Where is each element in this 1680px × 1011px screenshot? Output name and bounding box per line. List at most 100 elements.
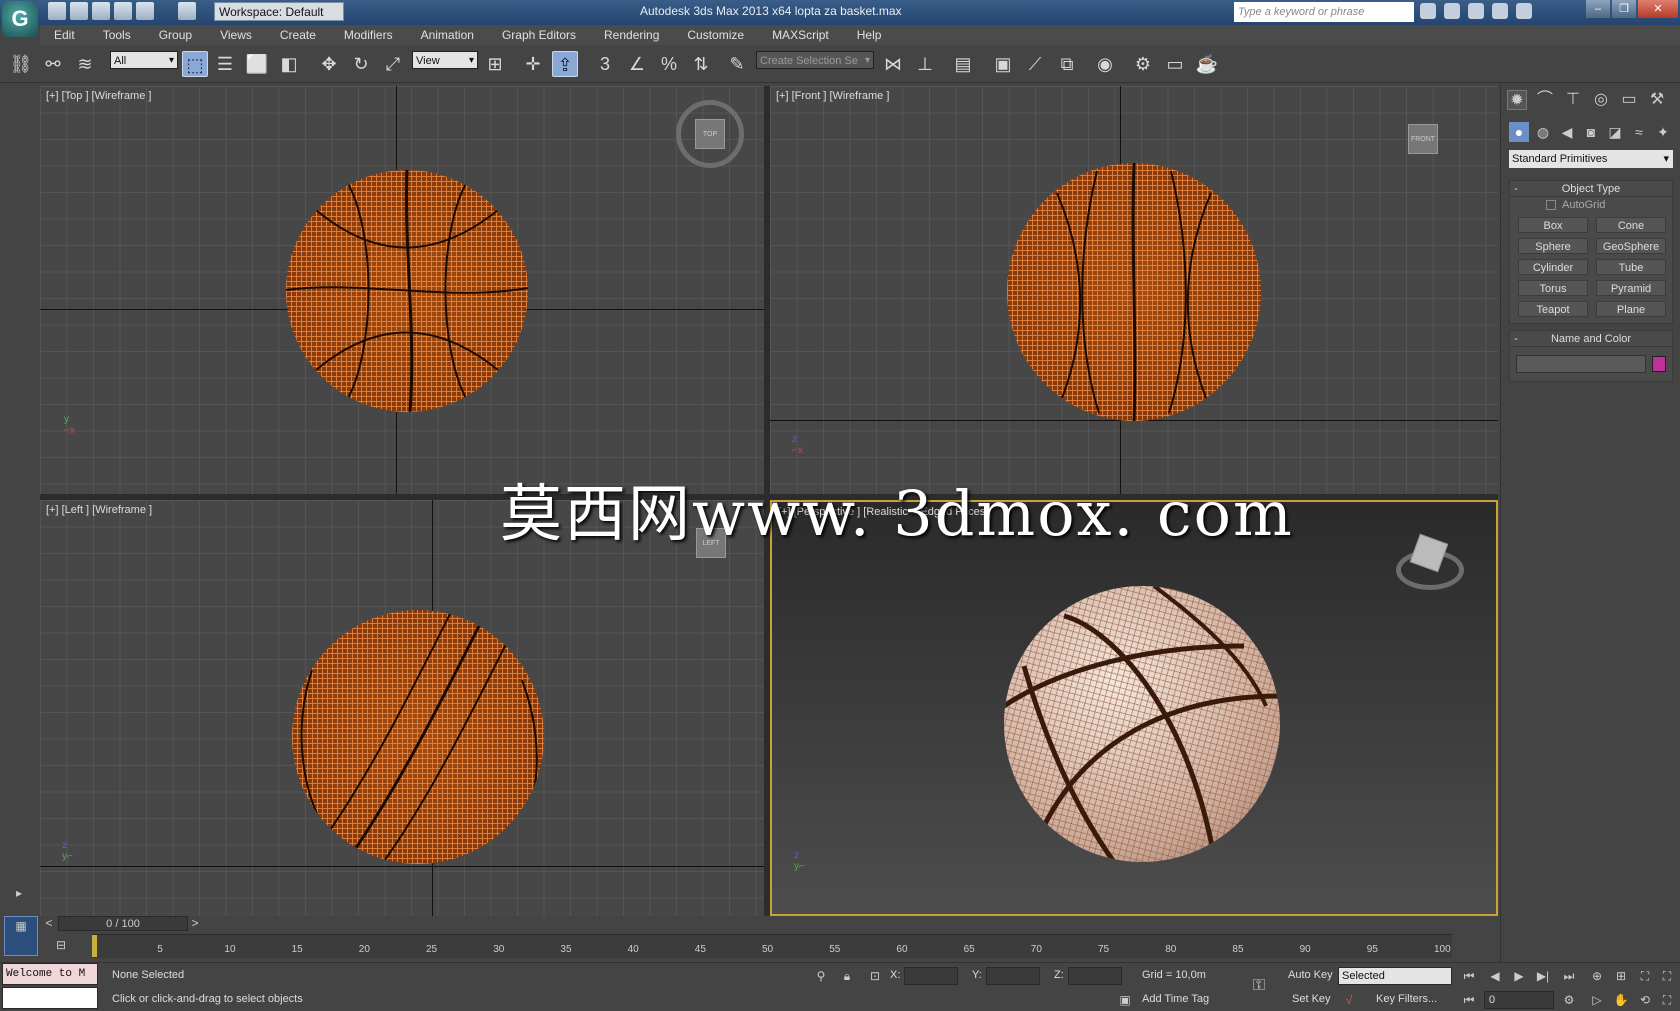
menu-edit[interactable]: Edit [40, 25, 89, 45]
menu-modifiers[interactable]: Modifiers [330, 25, 407, 45]
select-object-icon[interactable]: ⬚ [182, 51, 208, 77]
menu-animation[interactable]: Animation [407, 25, 488, 45]
goto-end-icon[interactable]: ⏭ [1560, 967, 1578, 985]
basketball-wireframe[interactable] [286, 170, 528, 412]
torus-button[interactable]: Torus [1518, 280, 1588, 296]
cone-button[interactable]: Cone [1596, 217, 1666, 233]
maxscript-listener[interactable]: Welcome to M [2, 963, 98, 985]
shapes-icon[interactable]: ◍ [1533, 122, 1553, 142]
time-cursor[interactable] [92, 935, 97, 957]
workspace-dropdown[interactable]: Workspace: Default [214, 2, 344, 21]
pyramid-button[interactable]: Pyramid [1596, 280, 1666, 296]
menu-help[interactable]: Help [843, 25, 896, 45]
rollout-header[interactable]: - Object Type [1510, 181, 1672, 197]
undo-icon[interactable] [114, 2, 132, 20]
orbit-icon[interactable]: ⟲ [1636, 991, 1654, 1009]
geosphere-button[interactable]: GeoSphere [1596, 238, 1666, 254]
object-color-swatch[interactable] [1652, 356, 1666, 372]
hierarchy-tab-icon[interactable]: ⊤ [1563, 90, 1583, 110]
menu-group[interactable]: Group [145, 25, 206, 45]
viewport-perspective[interactable]: [+] [Perspective ] [Realistic + Edged Fa… [770, 500, 1498, 916]
pan-view-icon[interactable]: ✋ [1612, 991, 1630, 1009]
menu-tools[interactable]: Tools [89, 25, 145, 45]
material-editor-icon[interactable]: ◉ [1092, 51, 1118, 77]
redo-icon[interactable] [136, 2, 154, 20]
menu-customize[interactable]: Customize [673, 25, 758, 45]
checkbox-icon[interactable] [1546, 200, 1556, 211]
menu-rendering[interactable]: Rendering [590, 25, 673, 45]
current-frame-field[interactable]: 0 [1484, 991, 1554, 1009]
next-key-icon[interactable]: ▶| [1534, 967, 1552, 985]
viewport-left[interactable]: [+] [Left ] [Wireframe ] LEFT z y⌐ [40, 500, 764, 916]
open-file-icon[interactable] [70, 2, 88, 20]
cylinder-button[interactable]: Cylinder [1518, 259, 1588, 275]
mirror-icon[interactable]: ⋈ [880, 51, 906, 77]
zoom-extents-icon[interactable]: ⛶ [1636, 967, 1654, 985]
menu-graph-editors[interactable]: Graph Editors [488, 25, 590, 45]
selection-filter-dropdown[interactable]: All [110, 51, 178, 70]
spinner-snap-icon[interactable]: ⇅ [688, 51, 714, 77]
rectangular-region-icon[interactable]: ⬜ [244, 51, 270, 77]
z-coordinate-field[interactable] [1068, 967, 1122, 985]
helpers-icon[interactable]: ◪ [1605, 122, 1625, 142]
select-by-name-icon[interactable]: ☰ [212, 51, 238, 77]
percent-snap-icon[interactable]: % [656, 51, 682, 77]
play-icon[interactable]: ▶ [1510, 967, 1528, 985]
viewport-layout-icon[interactable]: ▦ [4, 916, 38, 956]
basketball-shaded[interactable] [1004, 586, 1280, 862]
motion-tab-icon[interactable]: ◎ [1591, 90, 1611, 110]
play-sidebar-icon[interactable]: ▸ [10, 884, 28, 902]
key-mode-dropdown[interactable]: Selected [1338, 967, 1452, 985]
menu-views[interactable]: Views [206, 25, 266, 45]
bind-spacewarp-icon[interactable]: ≋ [72, 51, 98, 77]
menu-create[interactable]: Create [266, 25, 330, 45]
scale-icon[interactable]: ⤢ [380, 51, 406, 77]
y-coordinate-field[interactable] [986, 967, 1040, 985]
goto-start-icon[interactable]: ⏮ [1460, 967, 1478, 985]
tube-button[interactable]: Tube [1596, 259, 1666, 275]
unlink-icon[interactable]: ⚯ [40, 51, 66, 77]
rotate-icon[interactable]: ↻ [348, 51, 374, 77]
sphere-button[interactable]: Sphere [1518, 238, 1588, 254]
viewport-top-label[interactable]: [+] [Top ] [Wireframe ] [46, 90, 151, 102]
link-icon[interactable]: ⛓ [8, 51, 34, 77]
app-menu-button[interactable]: G [2, 1, 38, 37]
minimize-icon[interactable]: – [1586, 0, 1610, 18]
set-key-button[interactable]: Set Key [1292, 989, 1331, 1009]
align-icon[interactable]: ⊥ [912, 51, 938, 77]
teapot-button[interactable]: Teapot [1518, 301, 1588, 317]
lights-icon[interactable]: ◀ [1557, 122, 1577, 142]
graphite-ribbon-icon[interactable]: ▣ [990, 51, 1016, 77]
key-mode-toggle-icon[interactable]: ⏮ [1460, 991, 1478, 1009]
snaps-toggle-icon[interactable]: 3 [592, 51, 618, 77]
maximize-icon[interactable]: ❐ [1612, 0, 1636, 18]
project-folder-icon[interactable] [178, 2, 196, 20]
modify-tab-icon[interactable]: ⌒ [1535, 90, 1555, 110]
curve-editor-icon[interactable]: ⟋ [1022, 51, 1048, 77]
basketball-wireframe[interactable] [292, 610, 544, 864]
save-file-icon[interactable] [92, 2, 110, 20]
time-tag-icon[interactable]: ▣ [1116, 991, 1134, 1009]
viewcube[interactable]: FRONT [1408, 124, 1438, 154]
binoculars-icon[interactable] [1420, 3, 1436, 19]
prev-key-icon[interactable]: ◀ [1486, 967, 1504, 985]
key-filters-button[interactable]: Key Filters... [1376, 989, 1437, 1009]
render-production-icon[interactable]: ☕ [1194, 51, 1220, 77]
pivot-center-icon[interactable]: ⊞ [482, 51, 508, 77]
cameras-icon[interactable]: ◙ [1581, 122, 1601, 142]
star-icon[interactable] [1492, 3, 1508, 19]
keyboard-shortcut-override-icon[interactable]: ⇪ [552, 51, 578, 77]
plane-button[interactable]: Plane [1596, 301, 1666, 317]
selection-lock-icon[interactable]: 🔒︎ [838, 967, 856, 985]
window-crossing-icon[interactable]: ◧ [276, 51, 302, 77]
zoom-extents-all-icon[interactable]: ⛶ [1658, 967, 1676, 985]
help-icon[interactable] [1516, 3, 1532, 19]
search-input[interactable]: Type a keyword or phrase [1234, 2, 1414, 22]
viewport-front-label[interactable]: [+] [Front ] [Wireframe ] [776, 90, 889, 102]
render-setup-icon[interactable]: ⚙ [1130, 51, 1156, 77]
select-manipulate-icon[interactable]: ✛ [520, 51, 546, 77]
viewcube[interactable]: TOP [695, 119, 725, 149]
reference-coordinate-dropdown[interactable]: View [412, 51, 478, 70]
tools-icon[interactable] [1444, 3, 1460, 19]
exchange-icon[interactable] [1468, 3, 1484, 19]
